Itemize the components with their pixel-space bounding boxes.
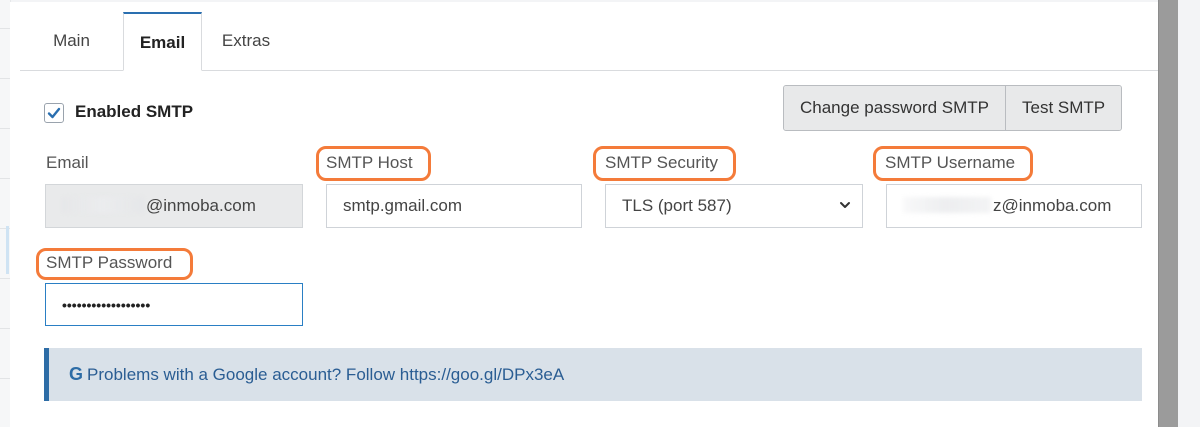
smtp-host-label: SMTP Host <box>326 153 413 172</box>
tab-extras[interactable]: Extras <box>202 12 290 70</box>
redacted-text <box>62 197 144 213</box>
checkmark-icon <box>47 107 61 119</box>
tab-main[interactable]: Main <box>20 12 123 70</box>
smtp-password-value: •••••••••••••••••• <box>62 297 151 313</box>
smtp-security-select[interactable]: TLS (port 587) <box>605 184 863 228</box>
smtp-username-label: SMTP Username <box>885 153 1016 172</box>
tab-extras-label: Extras <box>221 31 271 50</box>
tab-main-label: Main <box>53 31 90 50</box>
smtp-password-label: SMTP Password <box>46 253 173 272</box>
smtp-security-label: SMTP Security <box>605 153 719 172</box>
redacted-text <box>903 197 991 213</box>
google-g-icon: G <box>69 364 84 384</box>
tab-email[interactable]: Email <box>123 12 202 71</box>
email-field[interactable]: @inmoba.com <box>45 184 303 228</box>
right-margin <box>1178 0 1200 427</box>
smtp-username-value: z@inmoba.com <box>993 196 1112 215</box>
smtp-security-value: TLS (port 587) <box>622 196 732 215</box>
chevron-down-icon <box>838 185 852 227</box>
test-smtp-button[interactable]: Test SMTP <box>1004 86 1122 130</box>
email-field-value: @inmoba.com <box>146 196 256 215</box>
vertical-scrollbar[interactable] <box>1158 0 1179 427</box>
smtp-button-group: Change password SMTP Test SMTP <box>783 85 1123 131</box>
email-label: Email <box>46 153 89 172</box>
tab-bar: Main Email Extras <box>20 12 1158 71</box>
smtp-host-value: smtp.gmail.com <box>343 196 463 215</box>
google-account-alert: G Problems with a Google account? Follow … <box>44 348 1142 401</box>
google-account-alert-text[interactable]: Problems with a Google account? Follow h… <box>87 365 564 384</box>
smtp-username-input[interactable]: z@inmoba.com <box>886 184 1142 228</box>
smtp-host-input[interactable]: smtp.gmail.com <box>326 184 582 228</box>
enabled-smtp-checkbox[interactable] <box>44 103 64 123</box>
change-password-smtp-button[interactable]: Change password SMTP <box>784 86 1005 130</box>
enabled-smtp-label: Enabled SMTP <box>75 102 194 121</box>
smtp-password-input[interactable]: •••••••••••••••••• <box>45 283 303 326</box>
tab-email-label: Email <box>139 33 186 52</box>
